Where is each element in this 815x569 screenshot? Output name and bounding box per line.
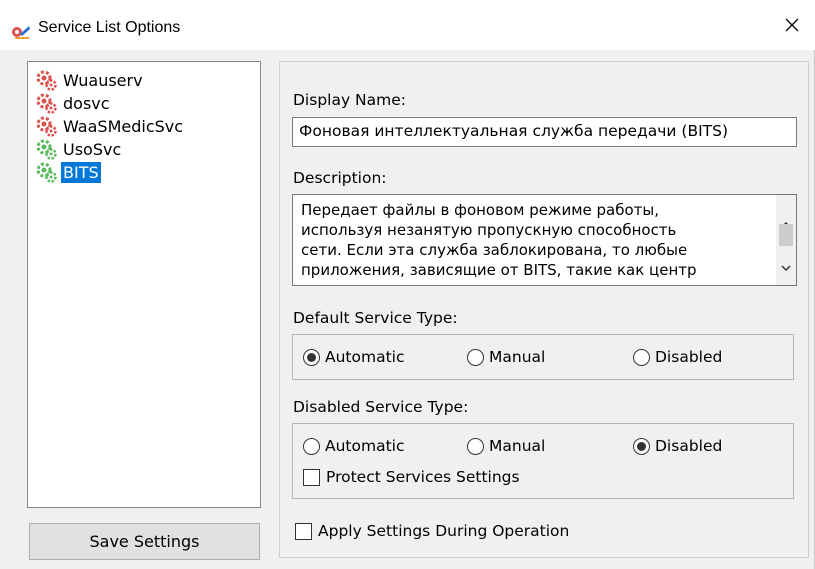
radio-unchecked-icon <box>467 437 484 455</box>
default-service-type-label: Default Service Type: <box>293 309 458 327</box>
radio-label: Manual <box>489 437 546 455</box>
display-name-label: Display Name: <box>293 91 407 109</box>
description-text: Передает файлы в фоновом режиме работы, … <box>301 200 766 280</box>
protect-services-checkbox[interactable]: Protect Services Settings <box>303 468 520 486</box>
list-item[interactable]: Wuauserv <box>36 70 145 91</box>
radio-label: Disabled <box>655 437 723 455</box>
checkbox-label: Protect Services Settings <box>326 468 520 486</box>
radio-label: Manual <box>489 348 546 366</box>
radio-checked-icon <box>633 437 650 455</box>
gear-red-icon <box>36 93 57 114</box>
description-textarea[interactable]: Передает файлы в фоновом режиме работы, … <box>292 194 797 286</box>
disabled-service-type-group <box>292 423 794 499</box>
checkbox-unchecked-icon <box>303 468 320 486</box>
service-name: WaaSMedicSvc <box>63 117 184 136</box>
window-title: Service List Options <box>38 19 181 36</box>
description-scrollbar[interactable] <box>776 195 796 285</box>
checkbox-unchecked-icon <box>295 522 312 540</box>
description-line: приложения, зависящие от BITS, такие как… <box>301 261 697 279</box>
title-bar: Service List Options <box>0 0 815 50</box>
radio-checked-icon <box>303 348 320 366</box>
list-item[interactable]: UsoSvc <box>36 139 123 160</box>
scroll-down-icon[interactable] <box>776 259 796 277</box>
description-line: сети. Если эта служба заблокирована, то … <box>301 241 688 259</box>
checkbox-label: Apply Settings During Operation <box>318 522 570 540</box>
gear-green-icon <box>36 162 57 183</box>
disabled-manual-radio[interactable]: Manual <box>467 437 545 455</box>
list-item-selected[interactable]: BITS <box>36 162 101 183</box>
service-name: dosvc <box>63 94 110 113</box>
disabled-automatic-radio[interactable]: Automatic <box>303 437 405 455</box>
gear-red-icon <box>36 116 57 137</box>
service-name: Wuauserv <box>63 71 143 90</box>
disabled-disabled-radio[interactable]: Disabled <box>633 437 722 455</box>
service-name: UsoSvc <box>63 140 122 159</box>
disabled-service-type-label: Disabled Service Type: <box>293 398 469 416</box>
description-line: используя незанятую пропускную способнос… <box>301 221 677 239</box>
default-manual-radio[interactable]: Manual <box>467 348 545 366</box>
radio-label: Automatic <box>325 348 405 366</box>
display-name-field[interactable]: Фоновая интеллектуальная служба передачи… <box>292 117 797 147</box>
apply-settings-checkbox[interactable]: Apply Settings During Operation <box>295 522 569 540</box>
close-button[interactable] <box>769 0 815 50</box>
list-item[interactable]: dosvc <box>36 93 112 114</box>
radio-unchecked-icon <box>467 348 484 366</box>
service-list-options-window: Service List Options Wuauserv dosvc WaaS… <box>0 0 815 569</box>
close-icon <box>785 18 799 32</box>
radio-label: Automatic <box>325 437 405 455</box>
scroll-thumb[interactable] <box>779 224 793 246</box>
description-line: Передает файлы в фоновом режиме работы, <box>301 201 660 219</box>
app-icon <box>12 26 30 39</box>
default-automatic-radio[interactable]: Automatic <box>303 348 405 366</box>
description-label: Description: <box>293 169 387 187</box>
radio-unchecked-icon <box>633 348 650 366</box>
service-list[interactable]: Wuauserv dosvc WaaSMedicSvc UsoSvc BITS <box>27 61 261 508</box>
radio-unchecked-icon <box>303 437 320 455</box>
gear-green-icon <box>36 139 57 160</box>
radio-label: Disabled <box>655 348 723 366</box>
default-disabled-radio[interactable]: Disabled <box>633 348 722 366</box>
service-name: BITS <box>61 162 101 183</box>
save-settings-button[interactable]: Save Settings <box>29 523 260 560</box>
list-item[interactable]: WaaSMedicSvc <box>36 116 185 137</box>
gear-red-icon <box>36 70 57 91</box>
